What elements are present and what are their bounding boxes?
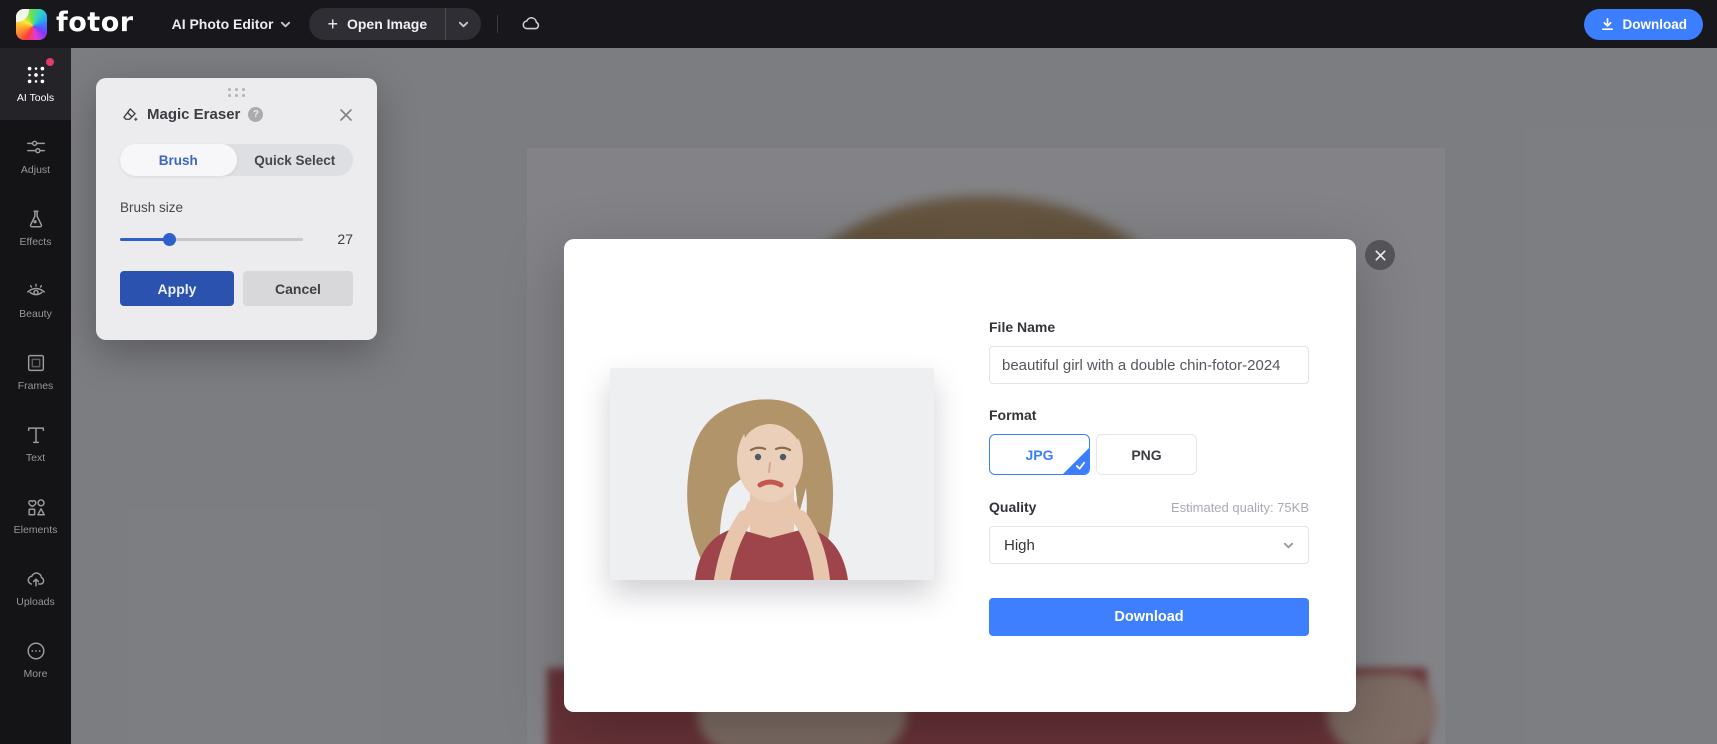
slider-thumb[interactable] <box>163 232 177 246</box>
sidebar-item-label: AI Tools <box>16 92 55 104</box>
text-icon <box>27 427 44 444</box>
download-button-modal[interactable]: Download <box>989 598 1309 636</box>
notification-badge-dot <box>46 58 54 66</box>
download-button-header[interactable]: Download <box>1583 8 1703 40</box>
open-image-caret-button[interactable] <box>445 8 481 40</box>
modal-close-button[interactable] <box>1365 240 1395 270</box>
more-ellipsis-icon <box>26 642 45 660</box>
brush-size-slider[interactable] <box>120 232 303 246</box>
fotor-logo[interactable]: fotor <box>0 6 148 40</box>
sidebar-item-uploads[interactable]: Uploads <box>0 552 71 624</box>
panel-close-icon[interactable] <box>339 108 353 122</box>
preview-photo-woman <box>610 368 934 580</box>
magic-eraser-panel: Magic Eraser ? Brush Quick Select Brush … <box>96 78 377 340</box>
quality-estimate: Estimated quality: 75KB <box>1170 500 1309 515</box>
file-name-label: File Name <box>989 319 1056 335</box>
quality-label: Quality <box>989 499 1037 515</box>
sidebar-item-text[interactable]: Text <box>0 408 71 480</box>
image-preview <box>610 368 934 580</box>
cloud-sync-button[interactable] <box>514 7 548 41</box>
sidebar-item-label: Beauty <box>19 308 52 320</box>
sidebar-item-more[interactable]: More <box>0 624 71 696</box>
plus-icon: + <box>327 14 338 34</box>
close-icon <box>1374 249 1386 261</box>
quality-selected-value: High <box>1004 536 1035 554</box>
sidebar-item-frames[interactable]: Frames <box>0 336 71 408</box>
format-option-png[interactable]: PNG <box>1096 434 1197 475</box>
open-image-split-button: + Open Image <box>309 8 482 40</box>
cancel-button[interactable]: Cancel <box>243 271 353 306</box>
fotor-app-window: fotor AI Photo Editor + Open Image Downl… <box>0 0 1717 744</box>
open-image-button[interactable]: + Open Image <box>309 8 445 40</box>
download-icon <box>1601 17 1613 30</box>
file-name-input[interactable] <box>989 346 1309 384</box>
open-image-label: Open Image <box>346 16 428 32</box>
sidebar-item-beauty[interactable]: Beauty <box>0 264 71 336</box>
apply-button[interactable]: Apply <box>120 271 234 306</box>
top-bar: fotor AI Photo Editor + Open Image Downl… <box>0 0 1717 48</box>
fotor-logo-icon <box>16 8 47 40</box>
frames-icon <box>27 354 44 372</box>
sidebar-item-effects[interactable]: Effects <box>0 192 71 264</box>
sidebar-item-label: Uploads <box>16 596 55 608</box>
ai-tools-grid-icon <box>27 66 44 84</box>
download-form: File Name Format JPG PNG Quality Es <box>989 319 1309 636</box>
sidebar-item-label: More <box>23 668 48 680</box>
sidebar-item-elements[interactable]: Elements <box>0 480 71 552</box>
brush-size-value: 27 <box>337 231 353 247</box>
format-option-jpg[interactable]: JPG <box>989 434 1090 475</box>
app-menu-label: AI Photo Editor <box>171 16 274 32</box>
adjust-sliders-icon <box>26 140 45 154</box>
download-label: Download <box>1622 16 1688 32</box>
elements-shapes-icon <box>27 499 45 516</box>
sidebar-item-label: Frames <box>17 380 54 392</box>
chevron-down-icon <box>1283 542 1294 548</box>
effects-flask-icon <box>29 210 42 228</box>
app-menu-dropdown[interactable]: AI Photo Editor <box>148 16 310 32</box>
panel-title: Magic Eraser <box>147 106 241 123</box>
left-sidebar: AI Tools Adjust Effects Beauty Frames Te… <box>0 48 71 744</box>
chevron-down-icon <box>281 21 291 27</box>
sidebar-item-adjust[interactable]: Adjust <box>0 120 71 192</box>
quality-select[interactable]: High <box>989 526 1309 564</box>
download-modal: File Name Format JPG PNG Quality Es <box>564 239 1356 712</box>
chevron-down-icon <box>459 21 469 27</box>
sidebar-item-ai-tools[interactable]: AI Tools <box>0 48 71 120</box>
tab-quick-select[interactable]: Quick Select <box>237 144 354 176</box>
brand-name: fotor <box>56 6 134 38</box>
format-options: JPG PNG <box>989 434 1309 475</box>
help-icon[interactable]: ? <box>248 107 264 122</box>
panel-drag-handle[interactable] <box>227 88 247 97</box>
sidebar-item-label: Text <box>25 452 46 464</box>
tab-brush[interactable]: Brush <box>120 144 237 176</box>
header-divider <box>497 15 499 33</box>
magic-eraser-icon <box>123 108 138 121</box>
eraser-mode-tabs: Brush Quick Select <box>120 144 353 176</box>
sidebar-item-label: Elements <box>13 524 58 536</box>
format-label: Format <box>989 407 1037 423</box>
brush-size-label: Brush size <box>120 200 184 215</box>
uploads-cloud-icon <box>27 572 44 587</box>
sidebar-item-label: Adjust <box>20 164 51 176</box>
check-icon <box>1075 461 1086 470</box>
beauty-eye-icon <box>26 283 45 296</box>
sidebar-item-label: Effects <box>19 236 52 248</box>
cloud-icon <box>522 17 540 30</box>
